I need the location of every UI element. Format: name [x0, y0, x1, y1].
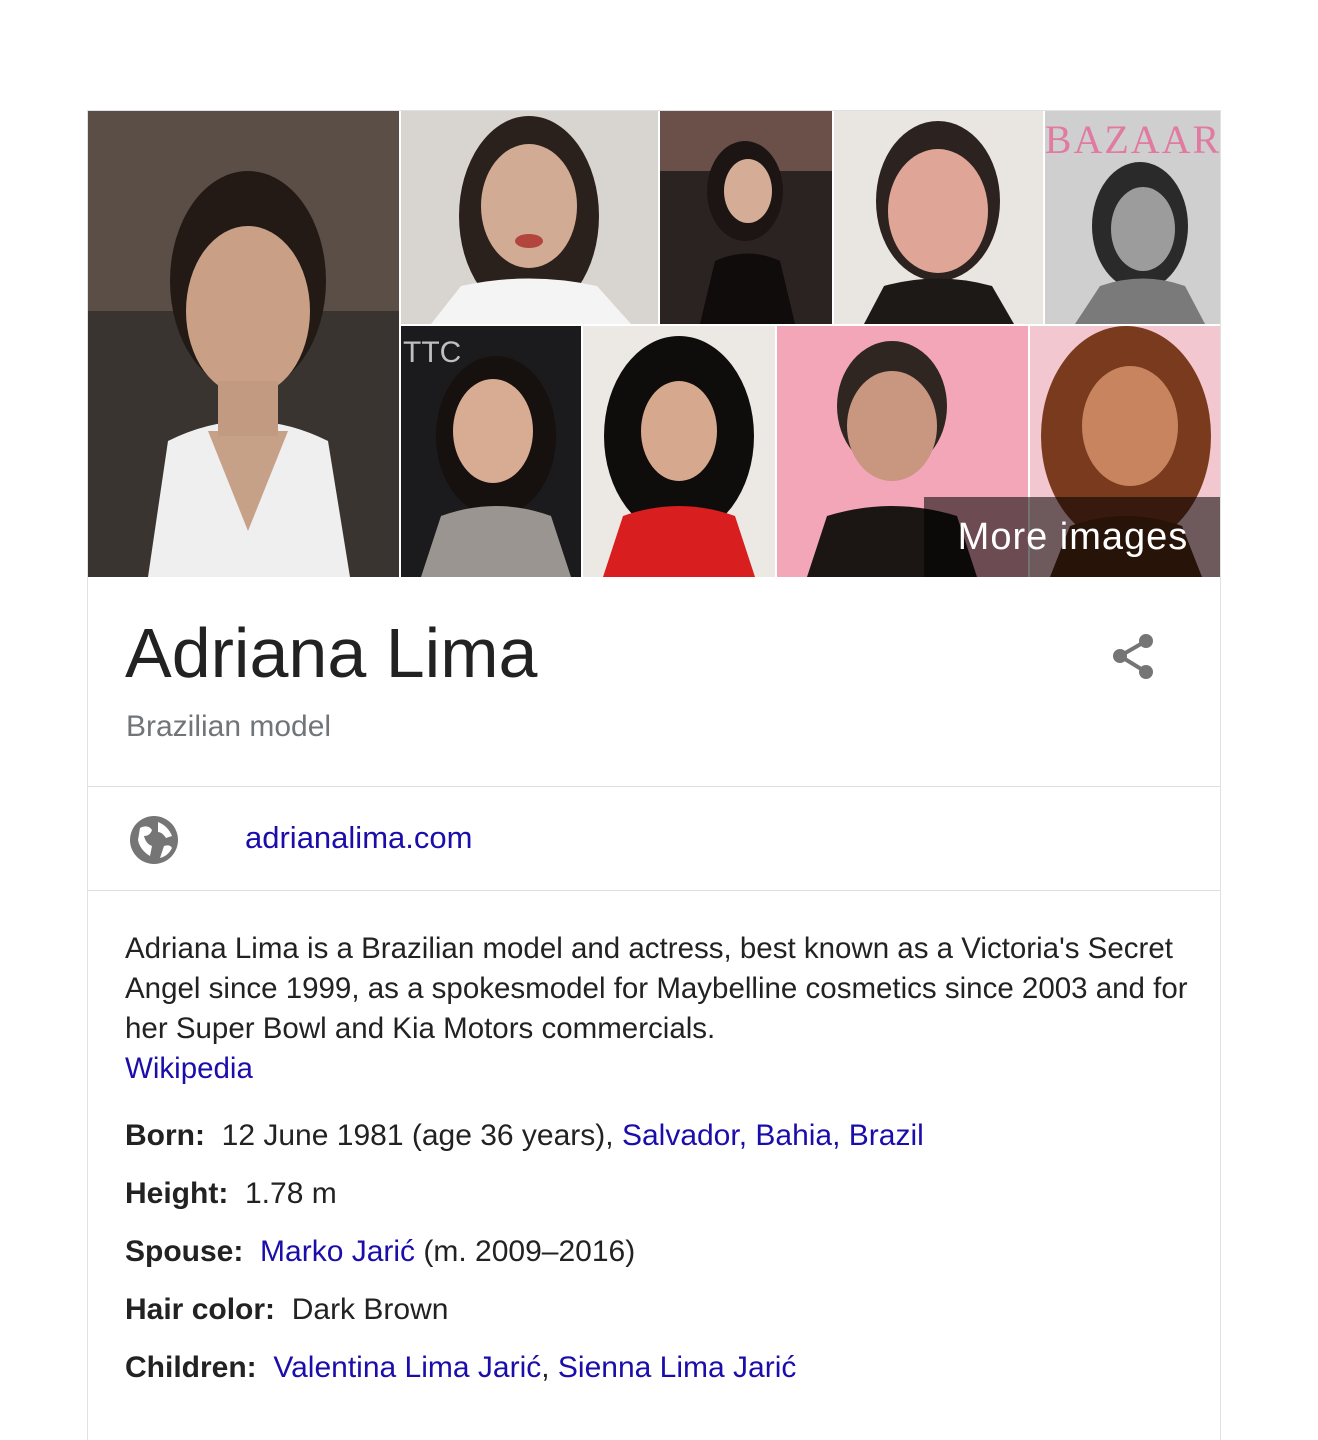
share-icon: [1113, 634, 1153, 679]
wikipedia-link[interactable]: Wikipedia: [125, 1049, 1195, 1089]
globe-icon: [128, 814, 180, 866]
photo-red-carpet-portrait: [88, 111, 399, 577]
fact-born-value: 12 June 1981 (age 36 years),: [221, 1119, 622, 1152]
share-button[interactable]: [1106, 629, 1162, 685]
gallery-image-7[interactable]: [583, 326, 775, 577]
gallery-image-5[interactable]: BAZAAR: [1045, 111, 1221, 324]
fact-born-place-link[interactable]: Salvador, Bahia, Brazil: [622, 1119, 924, 1152]
fact-spouse-link[interactable]: Marko Jarić: [260, 1235, 415, 1268]
fact-children-separator: ,: [541, 1351, 558, 1384]
website-link[interactable]: adrianalima.com: [245, 820, 472, 856]
fact-child-link-2[interactable]: Sienna Lima Jarić: [558, 1351, 796, 1384]
cover-masthead: BAZAAR: [1045, 117, 1221, 162]
more-images-button[interactable]: More images: [924, 497, 1220, 577]
photo-event: [660, 111, 832, 324]
fact-born-label: Born:: [125, 1119, 214, 1152]
entity-title: Adriana Lima: [125, 614, 538, 692]
entity-subtitle: Brazilian model: [126, 710, 332, 743]
description: Adriana Lima is a Brazilian model and ac…: [125, 929, 1195, 1089]
photo-portrait: [583, 326, 775, 577]
fact-children: Children: Valentina Lima Jarić, Sienna L…: [125, 1349, 1195, 1407]
facts-list: Born: 12 June 1981 (age 36 years), Salva…: [125, 1117, 1195, 1407]
photo-event: TTC: [401, 326, 581, 577]
gallery-image-6[interactable]: TTC: [401, 326, 581, 577]
fact-hair-color-label: Hair color:: [125, 1293, 284, 1326]
gallery-image-4[interactable]: [834, 111, 1043, 324]
fact-child-link-1[interactable]: Valentina Lima Jarić: [273, 1351, 541, 1384]
fact-height: Height: 1.78 m: [125, 1175, 1195, 1233]
description-text: Adriana Lima is a Brazilian model and ac…: [125, 932, 1188, 1045]
fact-born: Born: 12 June 1981 (age 36 years), Salva…: [125, 1117, 1195, 1175]
knowledge-panel: BAZAAR TTC More images Adriana Lima Braz…: [87, 110, 1221, 1440]
website-row: adrianalima.com: [88, 787, 1220, 891]
fact-height-label: Height:: [125, 1177, 237, 1210]
fact-hair-color: Hair color: Dark Brown: [125, 1291, 1195, 1349]
backdrop-sign: TTC: [403, 336, 461, 369]
fact-height-value: 1.78 m: [245, 1177, 337, 1210]
panel-header: Adriana Lima Brazilian model: [88, 577, 1220, 787]
gallery-image-2[interactable]: [401, 111, 658, 324]
fact-spouse-label: Spouse:: [125, 1235, 252, 1268]
fact-spouse: Spouse: Marko Jarić (m. 2009–2016): [125, 1233, 1195, 1291]
gallery-image-1[interactable]: [88, 111, 399, 577]
gallery-image-3[interactable]: [660, 111, 832, 324]
photo-selfie: [834, 111, 1043, 324]
fact-spouse-value: (m. 2009–2016): [415, 1235, 636, 1268]
fact-hair-color-value: Dark Brown: [291, 1293, 449, 1326]
photo-portrait: [401, 111, 658, 324]
fact-children-label: Children:: [125, 1351, 265, 1384]
image-gallery: BAZAAR TTC More images: [88, 111, 1221, 577]
photo-magazine-cover: BAZAAR: [1045, 111, 1221, 324]
